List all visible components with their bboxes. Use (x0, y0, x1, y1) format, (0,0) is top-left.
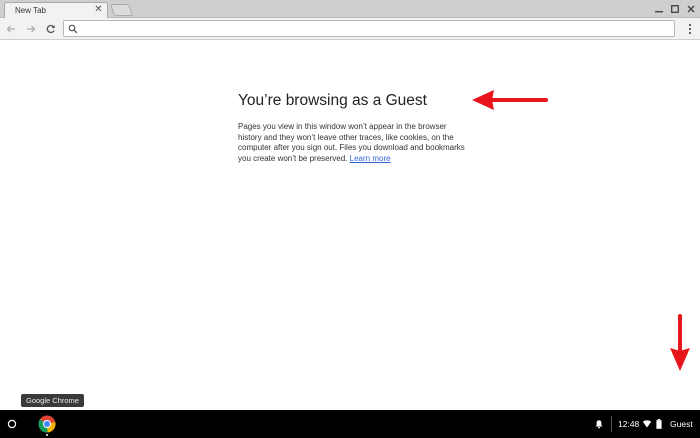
chrome-icon[interactable] (38, 415, 56, 433)
clock-time[interactable]: 12:48 (618, 418, 639, 430)
omnibox[interactable] (63, 20, 675, 37)
user-status[interactable]: Guest (670, 418, 693, 430)
app-tooltip: Google Chrome (21, 394, 84, 407)
launcher-icon[interactable] (7, 419, 17, 429)
chromeos-screen: New Tab ✕ You’re browsing as a Guest Pag… (0, 0, 700, 438)
window-controls (654, 2, 696, 16)
minimize-icon[interactable] (654, 3, 664, 15)
back-icon[interactable] (4, 22, 18, 36)
shelf: 12:48 Guest (0, 410, 700, 438)
notification-bell-icon[interactable] (594, 419, 604, 429)
page-content: You’re browsing as a Guest Pages you vie… (0, 40, 700, 410)
battery-icon[interactable] (656, 419, 662, 429)
close-icon[interactable]: ✕ (93, 4, 104, 15)
window-close-icon[interactable] (686, 3, 696, 15)
search-icon (68, 24, 78, 34)
tray-divider (611, 416, 612, 432)
browser-toolbar (0, 18, 700, 40)
page-title: You’re browsing as a Guest (238, 92, 427, 109)
new-tab-button[interactable] (109, 4, 134, 16)
wifi-icon[interactable] (642, 419, 652, 429)
annotation-arrow-down-icon (670, 314, 690, 371)
forward-icon[interactable] (24, 22, 38, 36)
tab-new-tab[interactable]: New Tab ✕ (4, 2, 108, 18)
tab-title: New Tab (15, 6, 46, 15)
maximize-icon[interactable] (670, 3, 680, 15)
more-menu-icon[interactable] (686, 22, 694, 36)
guest-description: Pages you view in this window won’t appe… (238, 122, 470, 164)
reload-icon[interactable] (44, 22, 58, 36)
tab-strip: New Tab ✕ (0, 0, 700, 18)
learn-more-link[interactable]: Learn more (350, 154, 391, 163)
address-input[interactable] (80, 22, 670, 35)
running-indicator (46, 434, 48, 436)
annotation-arrow-left-icon (472, 90, 548, 110)
